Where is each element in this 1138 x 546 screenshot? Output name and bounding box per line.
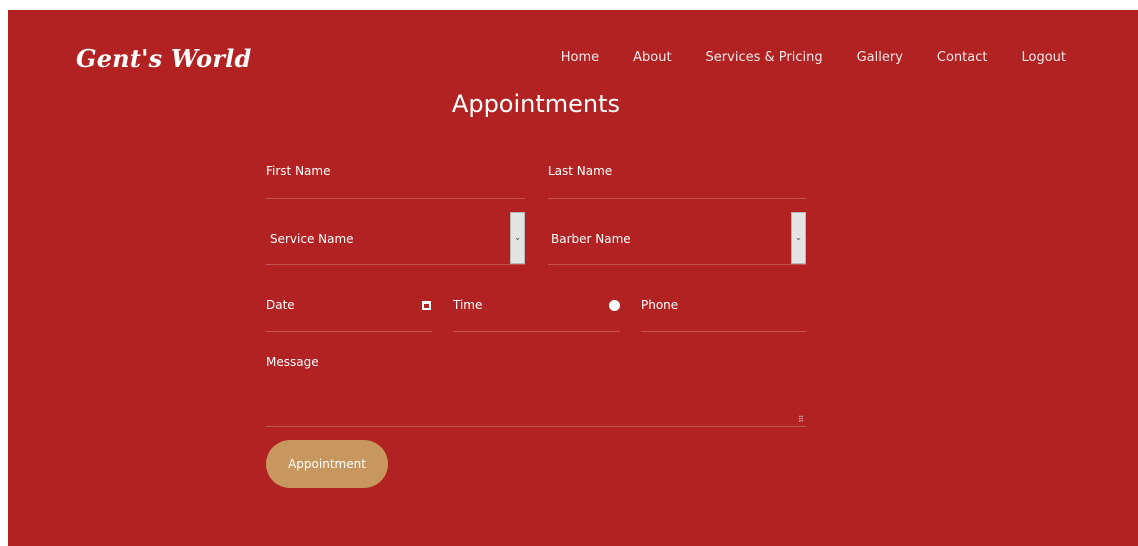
date-field[interactable]: Date [266, 296, 432, 332]
nav-services-pricing[interactable]: Services & Pricing [706, 50, 823, 65]
chevron-down-icon: ⌄ [513, 233, 522, 243]
appointment-submit-button[interactable]: Appointment [266, 440, 388, 488]
resize-handle-icon[interactable]: ⠿ [798, 416, 804, 424]
date-placeholder: Date [266, 298, 295, 312]
nav-logout[interactable]: Logout [1021, 50, 1066, 65]
main-nav: Home About Services & Pricing Gallery Co… [561, 50, 1066, 65]
service-select-arrow[interactable]: ⌄ [510, 212, 525, 264]
barber-select-arrow[interactable]: ⌄ [791, 212, 806, 264]
message-placeholder: Message [266, 355, 319, 369]
page-title: Appointments [451, 90, 621, 118]
barber-select[interactable]: Barber Name ⌄ [548, 212, 806, 265]
time-field[interactable]: Time [453, 296, 620, 332]
brand-logo[interactable]: Gent's World [76, 44, 251, 73]
phone-field[interactable]: Phone [641, 296, 806, 332]
nav-gallery[interactable]: Gallery [857, 50, 903, 65]
nav-contact[interactable]: Contact [937, 50, 988, 65]
nav-about[interactable]: About [633, 50, 671, 65]
message-textarea[interactable]: Message ⠿ [266, 352, 806, 427]
service-select[interactable]: Service Name ⌄ [266, 212, 525, 265]
first-name-placeholder: First Name [266, 164, 331, 178]
service-select-value: Service Name [270, 232, 354, 246]
chevron-down-icon: ⌄ [794, 233, 803, 243]
calendar-icon[interactable] [422, 301, 431, 310]
last-name-placeholder: Last Name [548, 164, 613, 178]
page-background: Gent's World Home About Services & Prici… [8, 10, 1138, 546]
clock-icon[interactable] [609, 300, 620, 311]
phone-placeholder: Phone [641, 298, 679, 312]
nav-home[interactable]: Home [561, 50, 599, 65]
time-placeholder: Time [453, 298, 483, 312]
first-name-field[interactable]: First Name [266, 160, 525, 199]
last-name-field[interactable]: Last Name [548, 160, 806, 199]
barber-select-value: Barber Name [551, 232, 631, 246]
